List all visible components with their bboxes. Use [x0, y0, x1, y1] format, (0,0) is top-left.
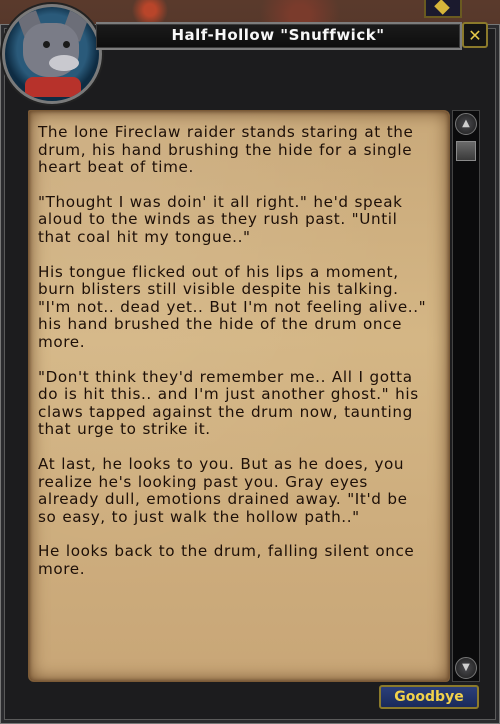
paragraph-6: He looks back to the drum, falling silen… — [38, 542, 415, 578]
paragraph-3: His tongue flicked out of his lips a mom… — [38, 262, 427, 351]
scrollbar[interactable]: ▲ ▼ — [452, 110, 480, 682]
portrait-eye-left — [43, 41, 50, 48]
paragraph-4: "Don't think they'd remember me.. All I … — [38, 367, 419, 439]
dialog-title-bar: Half-Hollow "Snuffwick" — [96, 22, 462, 50]
scroll-down-arrow-icon: ▼ — [462, 662, 470, 673]
dialog-title: Half-Hollow "Snuffwick" — [171, 26, 385, 44]
close-button[interactable]: ✕ — [462, 22, 488, 48]
portrait-collar — [25, 77, 81, 97]
scroll-thumb[interactable] — [456, 141, 476, 161]
npc-portrait — [2, 4, 102, 104]
close-icon: ✕ — [468, 26, 482, 45]
gold-item-icon[interactable] — [424, 0, 462, 18]
scroll-up-button[interactable]: ▲ — [455, 113, 477, 135]
paragraph-1: The lone Fireclaw raider stands staring … — [38, 123, 414, 177]
goodbye-button[interactable]: Goodbye — [379, 685, 479, 709]
portrait-snout — [49, 55, 79, 71]
scroll-down-button[interactable]: ▼ — [455, 657, 477, 679]
portrait-eye-right — [63, 41, 70, 48]
paragraph-5: At last, he looks to you. But as he does… — [38, 454, 408, 526]
scroll-up-arrow-icon: ▲ — [462, 118, 470, 129]
quest-text: The lone Fireclaw raider stands staring … — [38, 123, 428, 595]
paragraph-2: "Thought I was doin' it all right." he'd… — [38, 192, 403, 246]
